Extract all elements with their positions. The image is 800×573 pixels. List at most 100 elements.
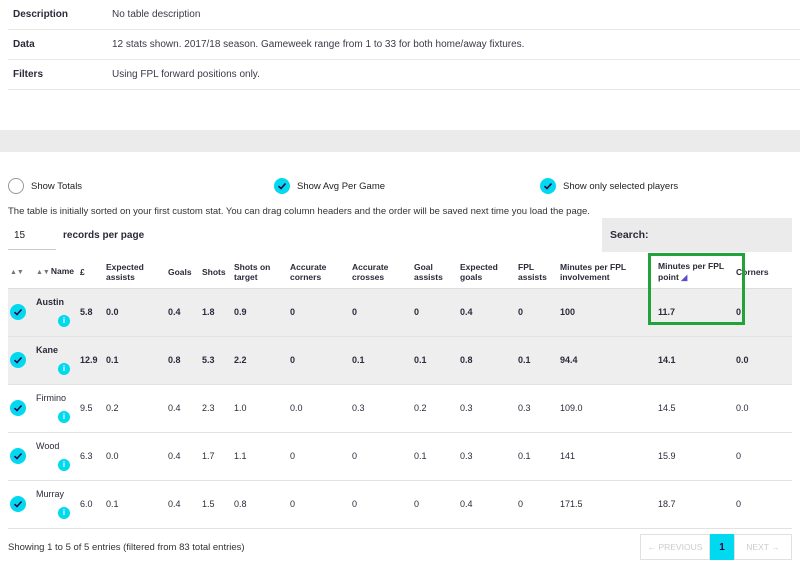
column-header[interactable]: £ [78,256,104,289]
column-header[interactable]: Accurate crosses [350,256,412,289]
table-cell: 0 [516,480,558,529]
page-1-button[interactable]: 1 [710,534,734,560]
column-header[interactable]: ▲▼Name [34,256,78,289]
table-cell: 1.1 [232,432,288,481]
table-cell: 5.8 [78,288,104,337]
table-hint: The table is initially sorted on your fi… [8,206,590,217]
row-checkmark-icon[interactable] [10,448,26,464]
table-cell: 0.1 [412,336,458,385]
column-header[interactable]: FPL assists [516,256,558,289]
player-name-cell: Kane i [34,336,78,385]
table-cell: 2.3 [200,384,232,433]
column-header[interactable]: Goals [166,256,200,289]
records-per-page-input[interactable]: 15 [8,222,56,250]
row-checkmark-icon[interactable] [10,400,26,416]
table-cell: 0.0 [734,384,792,433]
table-cell: 0.1 [104,336,166,385]
table-row: Austin i 5.8 0.0 0.4 1.8 0.9 0 0 0 0.4 0 100 11.7 0 [8,288,792,337]
table-cell: 12.9 [78,336,104,385]
row-select-cell [8,384,34,433]
table-cell: 1.5 [200,480,232,529]
select-column-header[interactable]: ▲▼ [8,256,34,289]
table-row: Kane i 12.9 0.1 0.8 5.3 2.2 0 0.1 0.1 0.8 0.1 94.4 14… [8,336,792,385]
table-cell: 0.4 [166,384,200,433]
next-page-button[interactable]: NEXT → [734,534,792,560]
column-header[interactable]: Expected goals [458,256,516,289]
show-selected-label: Show only selected players [563,180,679,192]
pagination: ← PREVIOUS 1 NEXT → [640,534,792,560]
table-cell: 0.0 [104,432,166,481]
table-cell: 0 [350,432,412,481]
row-checkmark-icon[interactable] [10,304,26,320]
table-cell: 6.0 [78,480,104,529]
table-cell: 0.0 [288,384,350,433]
table-cell: 0.8 [166,336,200,385]
table-cell: 0 [288,432,350,481]
column-header[interactable]: Shots [200,256,232,289]
table-cell: 0.3 [458,384,516,433]
column-header[interactable]: Accurate corners [288,256,350,289]
checkmark-icon[interactable] [274,178,290,194]
table-cell: 0.3 [458,432,516,481]
table-cell: 0.3 [516,384,558,433]
info-icon[interactable]: i [58,506,70,519]
table-cell: 0.4 [458,288,516,337]
info-label: Description [13,9,69,20]
table-cell: 0.4 [458,480,516,529]
info-icon[interactable]: i [58,362,70,375]
show-avg-toggle[interactable]: Show Avg Per Game [274,178,385,194]
search-input[interactable]: Search: [602,218,792,252]
table-header-row: ▲▼ ▲▼Name £ Expected assists Goals Shots… [8,256,792,289]
table-cell: 0.0 [104,288,166,337]
info-icon[interactable]: i [58,314,70,327]
column-header[interactable]: Corners [734,256,792,289]
table-cell: 100 [558,288,656,337]
column-header[interactable]: Minutes per FPL involvement [558,256,656,289]
player-name[interactable]: Firmino [36,393,66,403]
table-cell: 5.3 [200,336,232,385]
previous-page-button[interactable]: ← PREVIOUS [640,534,710,560]
table-cell: 9.5 [78,384,104,433]
show-selected-toggle[interactable]: Show only selected players [540,178,678,194]
column-header[interactable]: Expected assists [104,256,166,289]
show-totals-toggle[interactable]: Show Totals [8,178,82,194]
column-header[interactable]: Shots on target [232,256,288,289]
column-header-sorted[interactable]: Minutes per FPL point ◢ [656,256,734,289]
table-cell: 0.1 [412,432,458,481]
info-icon[interactable]: i [58,458,70,471]
table-cell: 0 [288,480,350,529]
player-name-cell: Wood i [34,432,78,481]
info-value: No table description [112,9,201,20]
view-toggles: Show Totals Show Avg Per Game Show only … [0,178,800,198]
player-name[interactable]: Kane [36,345,58,355]
player-name[interactable]: Wood [36,441,59,451]
table-cell: 2.2 [232,336,288,385]
table-row: Wood i 6.3 0.0 0.4 1.7 1.1 0 0 0.1 0.3 0.1 141 15.9 0 [8,432,792,481]
show-avg-label: Show Avg Per Game [297,180,386,192]
table-cell: 0.3 [350,384,412,433]
player-name-cell: Firmino i [34,384,78,433]
row-select-cell [8,288,34,337]
table-cell: 0 [412,480,458,529]
radio-unchecked-icon[interactable] [8,178,24,194]
player-name[interactable]: Austin [36,297,64,307]
checkmark-icon[interactable] [540,178,556,194]
row-checkmark-icon[interactable] [10,352,26,368]
player-name-cell: Austin i [34,288,78,337]
table-cell: 0.8 [458,336,516,385]
row-select-cell [8,480,34,529]
row-checkmark-icon[interactable] [10,496,26,512]
table-cell: 0.1 [350,336,412,385]
info-icon[interactable]: i [58,410,70,423]
info-value: 12 stats shown. 2017/18 season. Gameweek… [112,39,525,50]
row-select-cell [8,336,34,385]
table-cell: 11.7 [656,288,734,337]
records-per-page-label: records per page [63,230,145,241]
table-cell: 109.0 [558,384,656,433]
table-cell: 0.9 [232,288,288,337]
info-row-description: Description No table description [8,0,800,30]
player-name[interactable]: Murray [36,489,64,499]
table-cell: 0.1 [516,432,558,481]
column-header[interactable]: Goal assists [412,256,458,289]
table-cell: 1.8 [200,288,232,337]
